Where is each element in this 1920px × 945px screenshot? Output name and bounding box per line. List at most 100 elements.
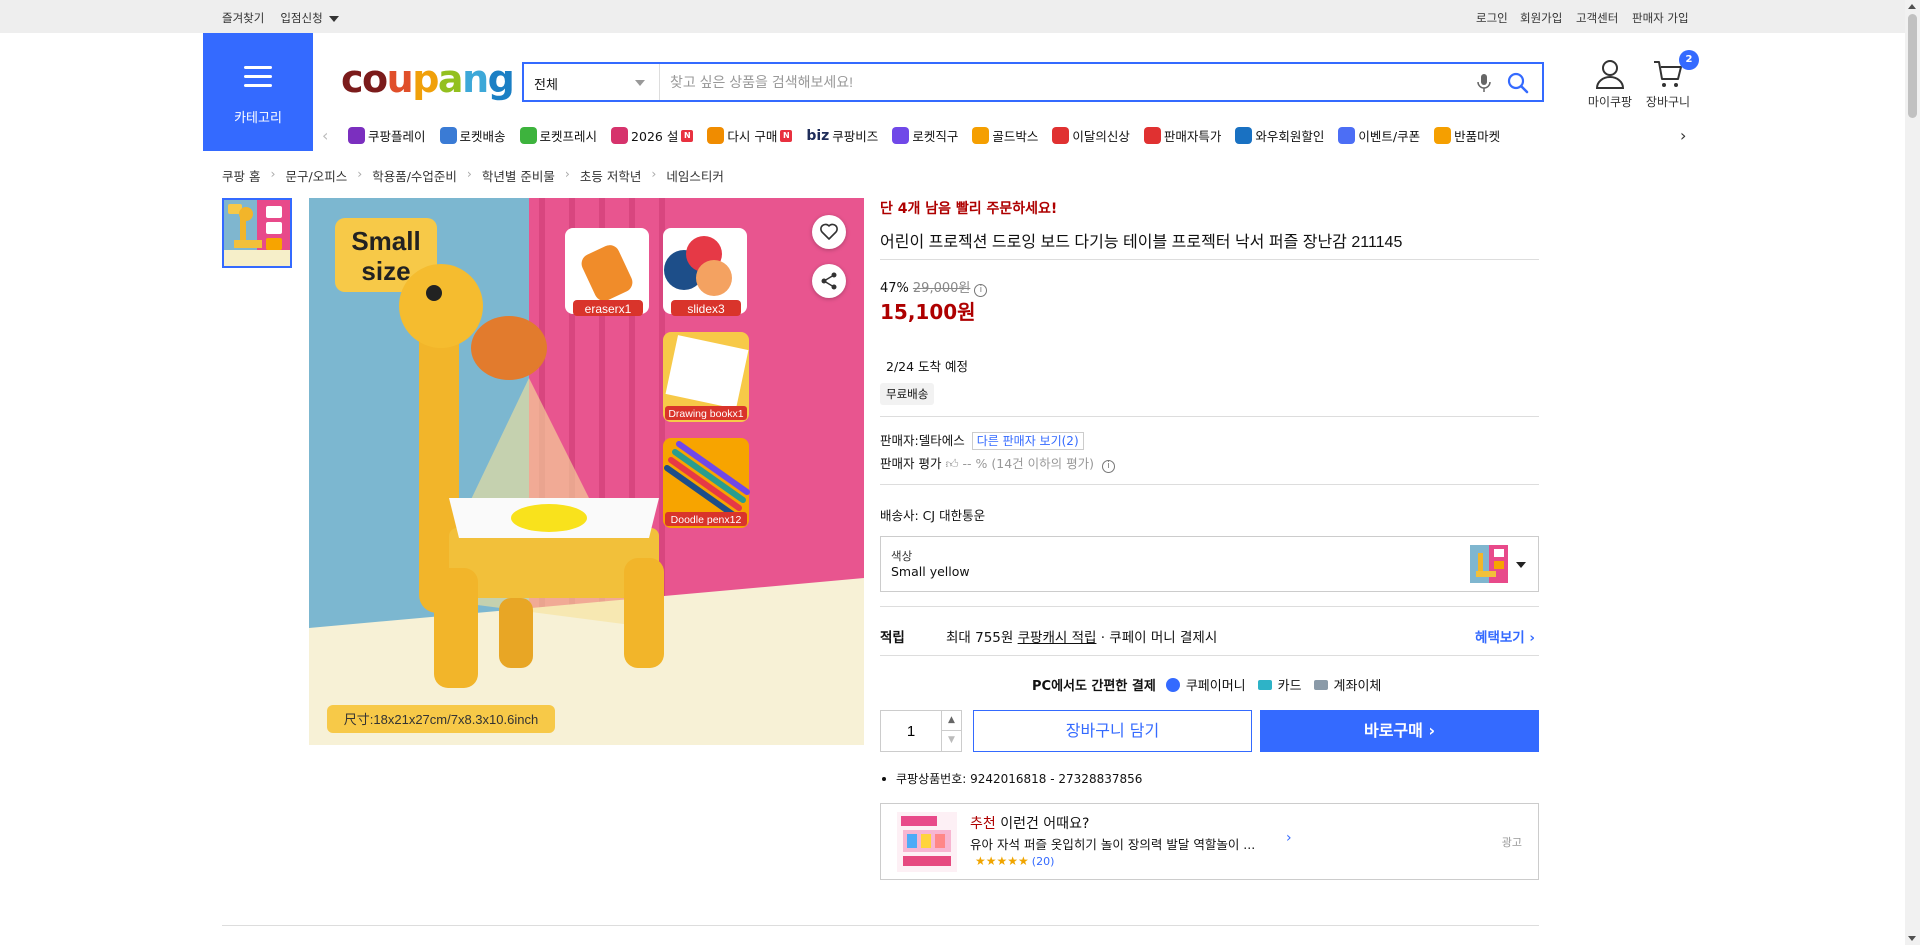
- review-count: (20): [1031, 855, 1055, 868]
- breadcrumb-item[interactable]: 학용품/수업준비: [372, 166, 457, 185]
- card-icon: [1257, 679, 1272, 690]
- quick-nav-items: 쿠팡플레이 로켓배송 로켓프레시 2026 설 N 다시 구매 N biz 쿠팡비즈 로켓직구 골드…: [348, 126, 1500, 145]
- chevron-right-icon: ›: [1428, 721, 1436, 740]
- product-illustration: Small size eraserx1 slidex3 Drawing book…: [309, 198, 864, 745]
- category-label: 카테고리: [234, 111, 282, 126]
- size-badge-line1: Small: [351, 226, 420, 256]
- coupang-logo[interactable]: coupang: [341, 55, 515, 103]
- quick-nav-item-wow[interactable]: 와우회원할인: [1235, 126, 1324, 145]
- quick-nav-item-globe[interactable]: 로켓직구: [892, 126, 958, 145]
- ad-label: 광고: [1501, 836, 1522, 849]
- product-main-image[interactable]: Small size eraserx1 slidex3 Drawing book…: [309, 198, 864, 745]
- thumbs-up-icon: 👍︎: [945, 456, 959, 471]
- page-scrollbar[interactable]: [1905, 0, 1920, 945]
- quick-nav-item-gift[interactable]: 2026 설N: [611, 126, 694, 145]
- favorites-link[interactable]: 즐겨찾기: [222, 10, 264, 26]
- breadcrumb-item[interactable]: 쿠팡 홈: [222, 166, 260, 185]
- new-badge: N: [681, 129, 694, 142]
- search-input[interactable]: [662, 64, 1462, 100]
- buy-now-button[interactable]: 바로구매 ›: [1260, 710, 1539, 752]
- quick-nav-label: 반품마켓: [1454, 129, 1501, 144]
- quick-nav-item-home[interactable]: 다시 구매 N: [707, 126, 793, 145]
- quick-nav-item-percent[interactable]: 판매자특가: [1143, 126, 1222, 145]
- seller-apply-link[interactable]: 입점신청: [280, 10, 339, 26]
- add-to-cart-button[interactable]: 장바구니 담기: [973, 710, 1252, 752]
- recommend-title: 이런건 어때요?: [995, 816, 1090, 832]
- quick-nav-item-market[interactable]: 반품마켓: [1434, 126, 1500, 145]
- customer-center-link[interactable]: 고객센터: [1576, 10, 1618, 26]
- microphone-icon[interactable]: [1474, 72, 1494, 94]
- eraser-label: eraserx1: [585, 302, 632, 316]
- color-option-select[interactable]: 색상 Small yellow: [880, 536, 1539, 592]
- seller-rating-label: 판매자 평가: [880, 456, 942, 471]
- quick-nav-item-play[interactable]: 쿠팡플레이: [348, 126, 426, 145]
- info-icon[interactable]: i: [974, 284, 988, 297]
- rating-stars: ★★★★★ (20): [975, 854, 1054, 868]
- seller-row: 판매자:델타에스 다른 판매자 보기(2): [880, 430, 1084, 450]
- quick-nav-label: 로켓배송: [459, 129, 506, 144]
- percent-icon: [1143, 127, 1161, 144]
- recommendation-box[interactable]: 추천 이런건 어때요? 유아 자석 퍼즐 옷입히기 놀이 장의력 발달 역할놀이…: [880, 803, 1539, 880]
- seller-signup-link[interactable]: 판매자 가입: [1632, 10, 1689, 26]
- share-icon: [821, 272, 837, 290]
- quick-nav-label: 판매자특가: [1163, 129, 1222, 144]
- breadcrumb-item[interactable]: 학년별 준비물: [482, 166, 555, 185]
- payment-method-card: 카드: [1277, 679, 1302, 694]
- benefit-link[interactable]: 혜택보기 ›: [1475, 626, 1535, 646]
- quick-nav-item-biz[interactable]: biz 쿠팡비즈: [806, 126, 878, 145]
- breadcrumb-item[interactable]: 문구/오피스: [285, 166, 347, 185]
- chevron-right-icon[interactable]: ›: [1680, 126, 1686, 145]
- goldbox-icon: [972, 127, 990, 144]
- play-icon: [348, 127, 365, 144]
- search-icon[interactable]: [1506, 71, 1530, 95]
- quick-nav-item-rocket-fresh[interactable]: 로켓프레시: [519, 126, 597, 145]
- login-link[interactable]: 로그인: [1476, 10, 1508, 26]
- quantity-input[interactable]: [881, 711, 941, 751]
- signup-link[interactable]: 회원가입: [1520, 10, 1562, 26]
- chevron-right-icon[interactable]: ›: [1286, 830, 1292, 846]
- cash-link[interactable]: 쿠팡캐시 적립: [1018, 630, 1097, 646]
- quick-nav-item-coupon[interactable]: 이벤트/쿠폰: [1338, 126, 1420, 145]
- quick-nav-item-rocket[interactable]: 로켓배송: [439, 126, 506, 145]
- drawing-book-label: Drawing bookx1: [668, 408, 743, 420]
- quick-nav-bar: ‹ 쿠팡플레이 로켓배송 로켓프레시 2026 설 N 다시 구매 N biz 쿠팡비즈 로켓직구…: [318, 120, 1698, 150]
- breadcrumb-item[interactable]: 초등 저학년: [580, 166, 641, 185]
- cash-label: 적립: [880, 630, 905, 646]
- rocket-fresh-icon: [519, 127, 537, 144]
- cart-count-badge: 2: [1679, 50, 1699, 70]
- sale-price: 15,100원: [880, 300, 976, 324]
- chevron-right-icon: ›: [357, 166, 363, 181]
- coupay-icon: [1165, 677, 1180, 692]
- heart-icon: [820, 223, 838, 240]
- market-icon: [1434, 127, 1452, 144]
- other-sellers-button[interactable]: 다른 판매자 보기(2): [971, 432, 1084, 450]
- scroll-down-icon[interactable]: [1908, 936, 1916, 941]
- quick-nav-item-bag[interactable]: 이달의신상: [1052, 126, 1130, 145]
- quick-nav-label: 와우회원할인: [1255, 129, 1325, 144]
- product-number: 쿠팡상품번호: 9242016818 - 27328837856: [880, 770, 1142, 787]
- cart-label: 장바구니: [1645, 95, 1691, 109]
- breadcrumb: 쿠팡 홈 › 문구/오피스 › 학용품/수업준비 › 학년별 준비물 › 초등 저학년 › 네임스티…: [222, 166, 724, 185]
- quantity-increase-button[interactable]: ▲: [941, 711, 961, 731]
- category-menu-button[interactable]: 카테고리: [203, 33, 313, 151]
- scroll-thumb[interactable]: [1908, 14, 1917, 118]
- size-badge-line2: size: [361, 256, 410, 286]
- breadcrumb-item[interactable]: 네임스티커: [666, 166, 724, 185]
- search-category-select[interactable]: 전체: [524, 64, 660, 100]
- search-bar: 전체: [522, 62, 1544, 102]
- benefit-label: 혜택보기: [1475, 630, 1525, 646]
- biz-icon: biz: [806, 127, 830, 144]
- quick-nav-item-goldbox[interactable]: 골드박스: [972, 126, 1038, 145]
- cash-suffix: · 쿠페이 머니 결제시: [1096, 630, 1218, 646]
- product-thumbnail[interactable]: [222, 198, 292, 268]
- seller-apply-label: 입점신청: [280, 11, 323, 25]
- info-icon[interactable]: i: [1101, 460, 1115, 473]
- new-badge: N: [780, 129, 793, 142]
- quantity-decrease-button[interactable]: ▼: [941, 731, 961, 751]
- seller-name[interactable]: 델타에스: [919, 433, 965, 448]
- favorite-button[interactable]: [812, 215, 846, 249]
- scroll-up-icon[interactable]: [1908, 4, 1916, 9]
- cart-button[interactable]: 2 장바구니: [1633, 50, 1703, 110]
- chevron-left-icon[interactable]: ‹: [322, 126, 328, 145]
- share-button[interactable]: [812, 264, 846, 298]
